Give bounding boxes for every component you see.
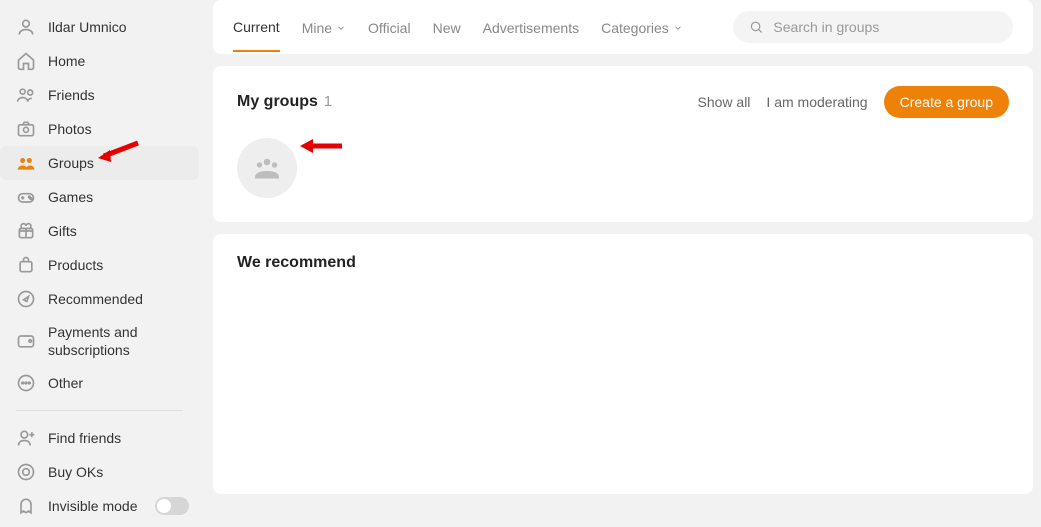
gift-icon [16,221,36,241]
sidebar-item-label: Ildar Umnico [48,18,189,36]
recommend-title: We recommend [237,254,1009,272]
topbar: Current Mine Official New Advertisements… [213,0,1033,54]
tab-official[interactable]: Official [368,3,411,51]
sidebar-item-home[interactable]: Home [0,44,199,78]
tab-new[interactable]: New [433,3,461,51]
recommend-card: We recommend [213,234,1033,494]
add-friend-icon [16,428,36,448]
sidebar-item-photos[interactable]: Photos [0,112,199,146]
sidebar-item-label: Buy OKs [48,463,189,481]
tab-advertisements[interactable]: Advertisements [483,3,579,51]
my-groups-title: My groups 1 [237,93,332,111]
dots-icon [16,373,36,393]
compass-icon [16,289,36,309]
sidebar-item-products[interactable]: Products [0,248,199,282]
sidebar-item-friends[interactable]: Friends [0,78,199,112]
chevron-down-icon [673,23,683,33]
sidebar-item-label: Payments and subscriptions [48,323,189,359]
search-box[interactable] [733,11,1013,43]
sidebar-item-label: Products [48,256,189,274]
tab-current[interactable]: Current [233,2,280,52]
main: Current Mine Official New Advertisements… [205,0,1041,527]
bag-icon [16,255,36,275]
sidebar-item-games[interactable]: Games [0,180,199,214]
home-icon [16,51,36,71]
ghost-icon [16,496,36,516]
create-group-button[interactable]: Create a group [884,86,1009,118]
sidebar-item-other[interactable]: Other [0,366,199,400]
sidebar-item-recommended[interactable]: Recommended [0,282,199,316]
sidebar-item-label: Invisible mode [48,497,155,515]
invisible-toggle[interactable] [155,497,189,515]
tab-label: Categories [601,20,669,36]
my-groups-header: My groups 1 Show all I am moderating Cre… [237,86,1009,118]
wallet-icon [16,331,36,351]
chevron-down-icon [336,23,346,33]
sidebar-item-label: Groups [48,154,189,172]
sidebar-item-groups[interactable]: Groups [0,146,199,180]
sidebar-item-label: Photos [48,120,189,138]
sidebar-item-label: Gifts [48,222,189,240]
camera-icon [16,119,36,139]
sidebar-item-payments[interactable]: Payments and subscriptions [0,316,199,366]
sidebar: Ildar Umnico Home Friends Photos Groups … [0,0,205,527]
sidebar-item-label: Games [48,188,189,206]
tab-label: Mine [302,20,332,36]
sidebar-item-label: Other [48,374,189,392]
show-all-link[interactable]: Show all [698,94,751,110]
coin-icon [16,462,36,482]
user-icon [16,17,36,37]
title-text: My groups [237,93,318,110]
groups-count: 1 [324,93,332,110]
sidebar-item-buy-oks[interactable]: Buy OKs [0,455,199,489]
group-icon [249,150,285,186]
sidebar-item-profile[interactable]: Ildar Umnico [0,10,199,44]
sidebar-item-invisible[interactable]: Invisible mode [0,489,199,523]
moderating-link[interactable]: I am moderating [766,94,867,110]
my-groups-card: My groups 1 Show all I am moderating Cre… [213,66,1033,222]
sidebar-item-label: Recommended [48,290,189,308]
sidebar-divider [16,410,183,411]
sidebar-item-label: Home [48,52,189,70]
tabs: Current Mine Official New Advertisements… [233,2,683,52]
group-avatar-placeholder[interactable] [237,138,297,198]
gamepad-icon [16,187,36,207]
search-icon [749,19,763,35]
tab-categories[interactable]: Categories [601,3,683,51]
sidebar-item-label: Find friends [48,429,189,447]
sidebar-item-gifts[interactable]: Gifts [0,214,199,248]
groups-icon [16,153,36,173]
sidebar-item-find-friends[interactable]: Find friends [0,421,199,455]
search-input[interactable] [773,19,997,35]
sidebar-item-label: Friends [48,86,189,104]
tab-mine[interactable]: Mine [302,3,346,51]
friends-icon [16,85,36,105]
